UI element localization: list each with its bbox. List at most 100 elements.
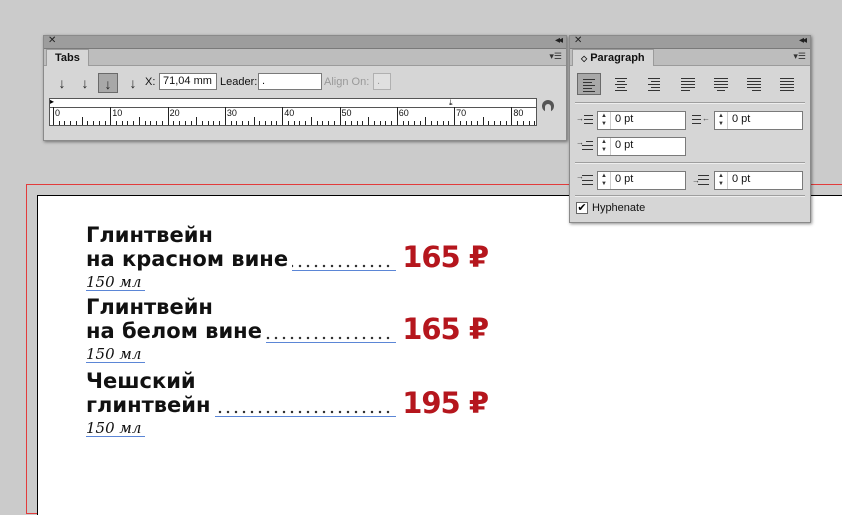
divider: [575, 195, 805, 197]
item-price: 195 ₽: [396, 386, 489, 420]
item-name-line2: на красном вине: [86, 247, 293, 271]
align-center-button[interactable]: [610, 73, 634, 95]
collapse-icon[interactable]: ◂◂: [799, 35, 807, 46]
ruler-tick: [385, 121, 387, 125]
item-price: 165 ₽: [396, 240, 489, 274]
x-position-input[interactable]: 71,04 mm: [159, 73, 217, 90]
tab-tabs[interactable]: Tabs: [46, 49, 89, 66]
x-label: X:: [145, 76, 156, 88]
item-name-line2: глинтвейн: [86, 393, 215, 417]
ruler-tick: [522, 121, 524, 125]
ruler-tick: [247, 121, 249, 125]
ruler-tick: [396, 107, 398, 125]
ruler-tick: [333, 121, 335, 125]
ruler-tick: [253, 117, 255, 125]
ruler-tick: [534, 121, 536, 125]
ruler-tick: [138, 117, 140, 125]
justify-left-button[interactable]: [676, 73, 700, 95]
indent-marker-icon[interactable]: ▸: [50, 99, 54, 106]
ruler-tick: [517, 121, 519, 125]
paragraph-panel: ✕ ◂◂ ◇ Paragraph ▾☰ → ▲ ▼ 0 pt ← ▲ ▼ 0 pt → …: [569, 35, 811, 223]
decimal-tab-icon[interactable]: ↓: [123, 73, 143, 93]
stepper-icon[interactable]: ▲ ▼: [715, 112, 728, 129]
ruler-tick: [201, 121, 203, 125]
ruler-tick: [144, 121, 146, 125]
ruler-tick: [442, 121, 444, 125]
collapse-icon[interactable]: ◂◂: [555, 35, 563, 46]
stepper-icon[interactable]: ▲ ▼: [715, 172, 728, 189]
ruler-tick: [167, 107, 169, 125]
ruler-label: 60: [398, 108, 409, 118]
ruler-tick: [328, 121, 330, 125]
panel-menu-icon[interactable]: ▾☰: [793, 51, 806, 62]
right-tab-stop-icon[interactable]: ⤓: [449, 99, 453, 108]
ruler-tick: [196, 117, 198, 125]
menu-item-1[interactable]: Глинтвейн на красном вине 165 ₽ 150 мл: [86, 222, 489, 292]
ruler-tick: [316, 121, 318, 125]
right-indent-icon: ←: [692, 112, 710, 128]
space-after-field[interactable]: ▲ ▼ 0 pt: [714, 171, 803, 190]
ruler-tick: [161, 121, 163, 125]
ruler-tick: [110, 107, 112, 125]
menu-item-3[interactable]: Чешский глинтвейн 195 ₽ 150 мл: [86, 368, 489, 438]
left-tab-icon[interactable]: ↓: [52, 73, 72, 93]
right-indent-field[interactable]: ▲ ▼ 0 pt: [714, 111, 803, 130]
tab-stop-strip[interactable]: ▸ ⤓: [50, 99, 536, 108]
ruler-tick: [499, 121, 501, 125]
ruler-tick: [70, 121, 72, 125]
right-tab-icon[interactable]: ↓: [98, 73, 118, 93]
panel-menu-icon[interactable]: ▾☰: [549, 51, 562, 62]
ruler-tick: [133, 121, 135, 125]
space-before-icon: →: [576, 172, 594, 188]
ruler-tick: [465, 121, 467, 125]
ruler-tick: [339, 107, 341, 125]
space-before-field[interactable]: ▲ ▼ 0 pt: [597, 171, 686, 190]
ruler-tick: [213, 121, 215, 125]
leader-input[interactable]: .: [258, 73, 322, 90]
ruler-tick: [64, 121, 66, 125]
ruler-tick: [87, 121, 89, 125]
ruler-tick: [259, 121, 261, 125]
stepper-icon[interactable]: ▲ ▼: [598, 172, 611, 189]
close-icon[interactable]: ✕: [574, 35, 582, 46]
tab-ruler[interactable]: ▸ ⤓ 0 10 20 30 40 50 60 70 80: [49, 98, 537, 126]
ruler-tick: [127, 121, 129, 125]
align-right-button[interactable]: [643, 73, 667, 95]
ruler-tick: [505, 121, 507, 125]
hyphenate-checkbox[interactable]: ✔: [576, 202, 588, 214]
tab-paragraph[interactable]: ◇ Paragraph: [572, 49, 654, 66]
justify-center-button[interactable]: [709, 73, 733, 95]
menu-item-2[interactable]: Глинтвейн на белом вине 165 ₽ 150 мл: [86, 294, 489, 364]
position-panel-above-frame-icon[interactable]: [542, 100, 554, 112]
ruler-tick: [362, 121, 364, 125]
justify-right-button[interactable]: [742, 73, 766, 95]
justify-all-button[interactable]: [775, 73, 799, 95]
ruler-tick: [310, 117, 312, 125]
stepper-icon[interactable]: ▲ ▼: [598, 138, 611, 155]
space-after-icon: →: [692, 172, 710, 188]
ruler-label: 10: [112, 108, 123, 118]
first-line-indent-field[interactable]: ▲ ▼ 0 pt: [597, 137, 686, 156]
center-tab-icon[interactable]: ↓: [75, 73, 95, 93]
first-line-indent-value: 0 pt: [615, 139, 634, 151]
ruler-tick: [282, 107, 284, 125]
item-name-line1: Глинтвейн: [86, 223, 217, 247]
ruler-tick: [293, 121, 295, 125]
align-on-input[interactable]: .: [373, 73, 391, 90]
item-volume: 150 мл: [86, 420, 146, 437]
ruler-label: 80: [513, 108, 524, 118]
ruler-tick: [276, 121, 278, 125]
panel-title-bar[interactable]: ✕ ◂◂: [44, 35, 566, 49]
ruler-tick: [104, 121, 106, 125]
close-icon[interactable]: ✕: [48, 35, 56, 46]
stepper-icon[interactable]: ▲ ▼: [598, 112, 611, 129]
ruler-tick: [156, 121, 158, 125]
right-indent-value: 0 pt: [732, 113, 751, 125]
panel-title-bar[interactable]: ✕ ◂◂: [570, 35, 810, 49]
align-on-label: Align On:: [324, 76, 370, 88]
document-page[interactable]: Глинтвейн на красном вине 165 ₽ 150 мл Г…: [37, 195, 842, 515]
ruler-tick: [413, 121, 415, 125]
ruler-tick: [150, 121, 152, 125]
left-indent-field[interactable]: ▲ ▼ 0 pt: [597, 111, 686, 130]
align-left-button[interactable]: [577, 73, 601, 95]
